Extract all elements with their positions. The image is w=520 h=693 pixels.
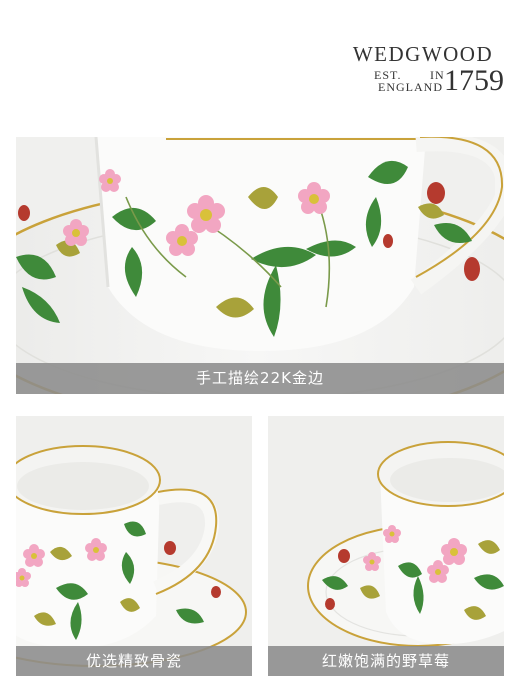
- brand-logo: WEDGWOOD EST. IN ENGLAND 1759: [338, 42, 510, 98]
- brand-england: ENGLAND: [378, 80, 443, 94]
- brand-year: 1759: [444, 64, 504, 97]
- photo-panel-gold-rim: 手工描绘22K金边: [16, 137, 504, 394]
- cup-strawberry-photo: [268, 416, 504, 676]
- caption-gold-rim: 手工描绘22K金边: [16, 363, 504, 394]
- photo-panel-strawberry: 红嫩饱满的野草莓: [268, 416, 504, 676]
- caption-strawberry: 红嫩饱满的野草莓: [268, 646, 504, 676]
- photo-panel-bone-china: 优选精致骨瓷: [16, 416, 252, 676]
- caption-bone-china: 优选精致骨瓷: [16, 646, 252, 676]
- cup-closeup-photo: [16, 137, 504, 394]
- cup-side-photo: [16, 416, 252, 676]
